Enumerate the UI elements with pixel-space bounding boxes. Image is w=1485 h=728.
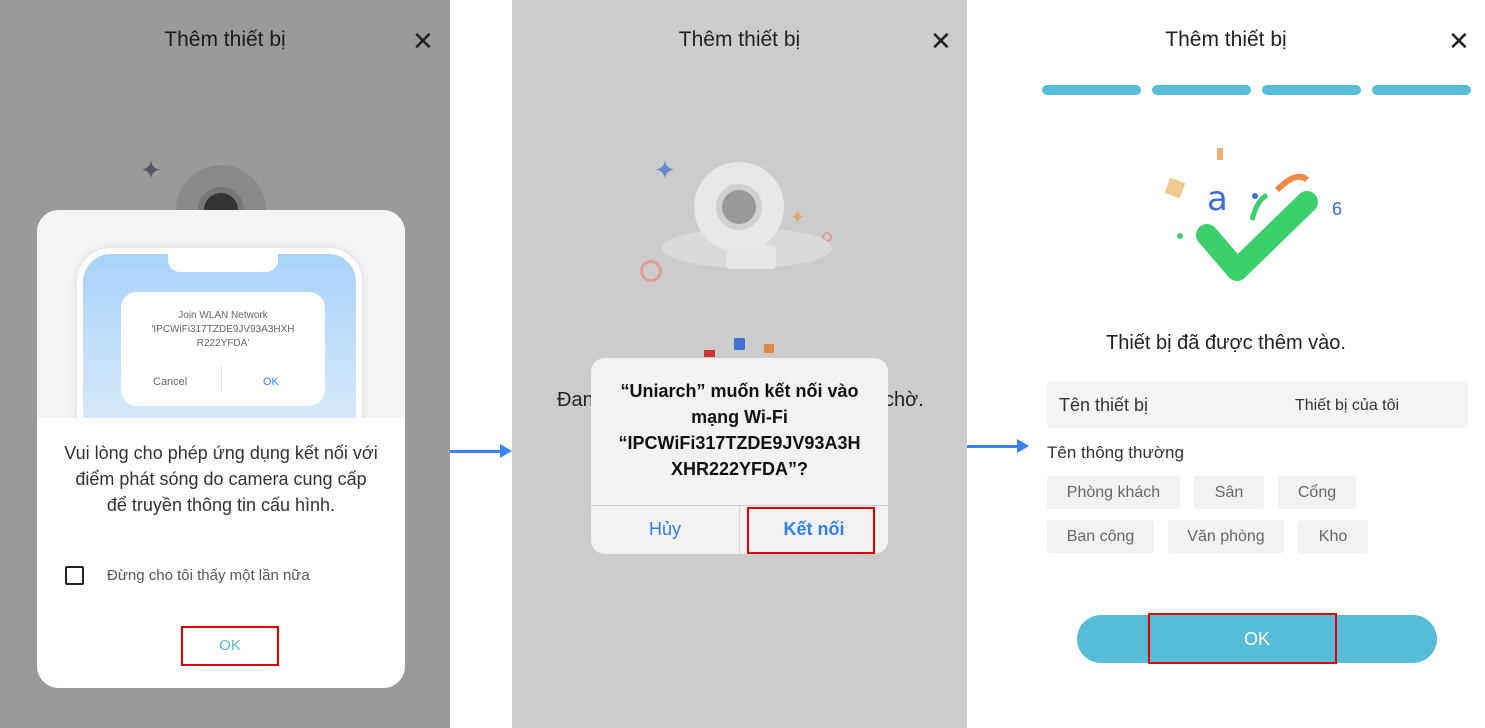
wlan-ok: OK xyxy=(263,376,279,388)
permission-screen: Thêm thiết bị ✕ ✦ Join WLAN Network 'IPC… xyxy=(0,0,450,728)
tag-balcony[interactable]: Ban công xyxy=(1047,520,1154,553)
device-name-value[interactable]: Thiết bị của tôi xyxy=(1295,397,1399,415)
permission-dialog: Join WLAN Network 'IPCWiFi317TZDE9JV93A3… xyxy=(37,210,405,688)
permission-message: Vui lòng cho phép ứng dụng kết nối với đ… xyxy=(64,443,378,515)
arrow-icon xyxy=(967,439,1029,453)
status-text-fragment: chờ. xyxy=(884,389,924,411)
highlight-box xyxy=(1148,613,1337,664)
tag-office[interactable]: Văn phòng xyxy=(1168,520,1284,553)
wlan-title: Join WLAN Network xyxy=(178,310,268,321)
svg-text:6: 6 xyxy=(1332,199,1342,219)
wlan-cancel: Cancel xyxy=(153,376,188,388)
device-added-screen: Thêm thiết bị ✕ a 6 Thiết bị đã được thê… xyxy=(967,0,1485,728)
success-message: Thiết bị đã được thêm vào. xyxy=(1106,332,1346,354)
wlan-dialog-illustration: Join WLAN Network 'IPCWiFi317TZDE9JV93A3… xyxy=(121,292,325,406)
camera-illustration xyxy=(694,162,784,252)
cancel-button[interactable]: Hủy xyxy=(591,505,739,554)
checkbox-label: Đừng cho tôi thấy một lần nữa xyxy=(107,567,310,584)
alert-message: “Uniarch” muốn kết nối vào mạng Wi-Fi “IPC… xyxy=(618,381,861,479)
page-title: Thêm thiết bị xyxy=(164,28,286,51)
dont-show-again-checkbox[interactable] xyxy=(65,566,84,585)
page-title: Thêm thiết bị xyxy=(1165,28,1287,51)
sparkle-icon: ✦ xyxy=(790,207,806,227)
highlight-box xyxy=(181,626,279,666)
common-names-label: Tên thông thường xyxy=(1047,443,1184,462)
success-check-icon: a 6 xyxy=(1164,148,1342,281)
close-icon[interactable]: ✕ xyxy=(412,26,434,57)
tag-storage[interactable]: Kho xyxy=(1298,520,1368,553)
highlight-box xyxy=(747,507,875,554)
sparkle-icon: ✦ xyxy=(140,155,162,185)
sparkle-icon: ✦ xyxy=(654,155,676,185)
wlan-ssid-2: R222YFDA' xyxy=(196,338,250,349)
svg-text:a: a xyxy=(1207,179,1228,219)
page-title: Thêm thiết bị xyxy=(678,28,801,51)
wlan-ssid: 'IPCWiFi317TZDE9JV93A3HXH xyxy=(151,324,295,335)
ring-decoration xyxy=(640,260,662,282)
device-name-label: Tên thiết bị xyxy=(1059,395,1149,415)
wifi-connect-screen: Thêm thiết bị ✕ ✦ ✦ Đan chờ. “Uniarch” m… xyxy=(512,0,967,728)
tag-gate[interactable]: Cổng xyxy=(1278,476,1356,509)
close-icon[interactable]: ✕ xyxy=(930,26,952,57)
arrow-icon xyxy=(450,444,512,458)
status-text-fragment: Đan xyxy=(557,389,594,411)
wifi-alert: “Uniarch” muốn kết nối vào mạng Wi-Fi “IPC… xyxy=(591,358,888,554)
tag-living-room[interactable]: Phòng khách xyxy=(1047,476,1180,509)
tag-yard[interactable]: Sân xyxy=(1194,476,1264,509)
close-icon[interactable]: ✕ xyxy=(1448,26,1470,57)
device-name-field[interactable]: Tên thiết bị Thiết bị của tôi xyxy=(1047,381,1468,428)
